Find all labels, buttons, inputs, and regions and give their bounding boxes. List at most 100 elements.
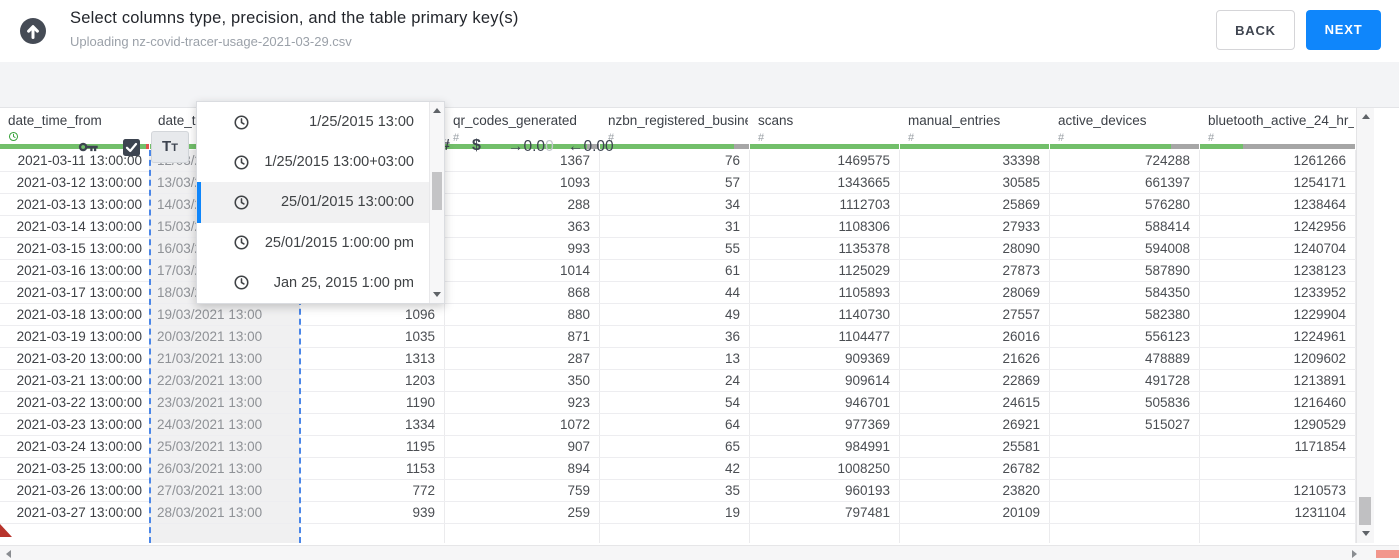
table-cell[interactable]: 1153 — [300, 458, 445, 479]
table-cell[interactable]: 894 — [445, 458, 600, 479]
table-cell[interactable]: 2021-03-16 13:00:00 — [0, 260, 150, 281]
date-format-option[interactable]: 25/01/2015 13:00:00 — [197, 182, 429, 223]
date-format-option[interactable]: 25/01/2015 1:00:00 pm — [197, 223, 429, 263]
table-cell[interactable]: 2021-03-27 13:00:00 — [0, 502, 150, 523]
table-cell[interactable]: 1014 — [445, 260, 600, 281]
table-cell[interactable]: 25869 — [900, 194, 1050, 215]
table-cell[interactable]: 28069 — [900, 282, 1050, 303]
table-cell[interactable]: 1125029 — [750, 260, 900, 281]
table-cell[interactable]: 505836 — [1050, 392, 1200, 413]
table-cell[interactable]: 20109 — [900, 502, 1050, 523]
horizontal-scroll-thumb[interactable] — [1376, 550, 1399, 558]
table-cell[interactable] — [1050, 458, 1200, 479]
table-cell[interactable]: 21626 — [900, 348, 1050, 369]
table-cell[interactable]: 1261266 — [1200, 150, 1356, 171]
table-cell[interactable]: 1104477 — [750, 326, 900, 347]
column-header[interactable]: scans # — [750, 107, 900, 144]
table-cell[interactable]: 23820 — [900, 480, 1050, 501]
table-cell[interactable]: 27933 — [900, 216, 1050, 237]
table-cell[interactable]: 36 — [600, 326, 750, 347]
back-button[interactable]: BACK — [1216, 10, 1295, 50]
table-cell[interactable]: 64 — [600, 414, 750, 435]
table-cell[interactable] — [150, 524, 300, 543]
table-cell[interactable]: 33398 — [900, 150, 1050, 171]
table-cell[interactable] — [750, 524, 900, 543]
table-cell[interactable]: 993 — [445, 238, 600, 259]
table-cell[interactable]: 491728 — [1050, 370, 1200, 391]
table-cell[interactable] — [1200, 458, 1356, 479]
table-cell[interactable]: 1203 — [300, 370, 445, 391]
table-cell[interactable] — [1050, 480, 1200, 501]
table-cell[interactable] — [1050, 524, 1200, 543]
table-cell[interactable]: 61 — [600, 260, 750, 281]
scroll-up-arrow-icon[interactable] — [433, 108, 441, 113]
dropdown-scrollbar[interactable] — [429, 102, 444, 303]
column-header[interactable]: active_devices # — [1050, 107, 1200, 144]
table-cell[interactable]: 1209602 — [1200, 348, 1356, 369]
vertical-scrollbar[interactable] — [1356, 107, 1374, 543]
table-cell[interactable]: 907 — [445, 436, 600, 457]
table-cell[interactable]: 1140730 — [750, 304, 900, 325]
table-cell[interactable]: 772 — [300, 480, 445, 501]
table-cell[interactable]: 19/03/2021 13:00 — [150, 304, 300, 325]
table-cell[interactable]: 1238464 — [1200, 194, 1356, 215]
table-cell[interactable]: 1008250 — [750, 458, 900, 479]
table-cell[interactable]: 909614 — [750, 370, 900, 391]
table-cell[interactable]: 582380 — [1050, 304, 1200, 325]
table-cell[interactable]: 44 — [600, 282, 750, 303]
table-cell[interactable]: 49 — [600, 304, 750, 325]
table-cell[interactable]: 1334 — [300, 414, 445, 435]
table-cell[interactable]: 1210573 — [1200, 480, 1356, 501]
date-format-option[interactable]: Jan 25, 2015 1:00 pm — [197, 263, 429, 303]
table-cell[interactable]: 871 — [445, 326, 600, 347]
table-cell[interactable]: 23/03/2021 13:00 — [150, 392, 300, 413]
table-cell[interactable]: 880 — [445, 304, 600, 325]
table-cell[interactable]: 1112703 — [750, 194, 900, 215]
table-cell[interactable]: 1035 — [300, 326, 445, 347]
table-cell[interactable]: 27/03/2021 13:00 — [150, 480, 300, 501]
table-cell[interactable]: 2021-03-12 13:00:00 — [0, 172, 150, 193]
table-cell[interactable]: 923 — [445, 392, 600, 413]
table-cell[interactable]: 1242956 — [1200, 216, 1356, 237]
table-cell[interactable]: 2021-03-17 13:00:00 — [0, 282, 150, 303]
table-cell[interactable]: 2021-03-19 13:00:00 — [0, 326, 150, 347]
table-cell[interactable]: 594008 — [1050, 238, 1200, 259]
table-cell[interactable]: 27873 — [900, 260, 1050, 281]
table-cell[interactable] — [1050, 436, 1200, 457]
table-cell[interactable]: 22869 — [900, 370, 1050, 391]
table-cell[interactable] — [1200, 524, 1356, 543]
increase-precision-button[interactable]: →0.00 — [508, 138, 554, 156]
scroll-left-arrow-icon[interactable] — [6, 550, 11, 558]
table-cell[interactable]: 55 — [600, 238, 750, 259]
table-cell[interactable]: 287 — [445, 348, 600, 369]
column-header[interactable]: bluetooth_active_24_hr_ # — [1200, 107, 1356, 144]
table-cell[interactable]: 1108306 — [750, 216, 900, 237]
table-cell[interactable]: 24 — [600, 370, 750, 391]
table-cell[interactable]: 54 — [600, 392, 750, 413]
table-cell[interactable]: 2021-03-13 13:00:00 — [0, 194, 150, 215]
table-cell[interactable]: 868 — [445, 282, 600, 303]
scroll-down-arrow-icon[interactable] — [1362, 531, 1370, 536]
table-cell[interactable]: 1313 — [300, 348, 445, 369]
vertical-scroll-thumb[interactable] — [1359, 497, 1371, 525]
table-cell[interactable]: 42 — [600, 458, 750, 479]
table-cell[interactable]: 25581 — [900, 436, 1050, 457]
table-cell[interactable]: 363 — [445, 216, 600, 237]
primary-key-icon[interactable] — [78, 139, 100, 160]
table-cell[interactable]: 1213891 — [1200, 370, 1356, 391]
table-cell[interactable]: 57 — [600, 172, 750, 193]
table-cell[interactable]: 2021-03-23 13:00:00 — [0, 414, 150, 435]
table-cell[interactable]: 1190 — [300, 392, 445, 413]
date-format-option[interactable]: 1/25/2015 13:00 — [197, 102, 429, 142]
date-format-option[interactable]: 1/25/2015 13:00+03:00 — [197, 142, 429, 182]
table-cell[interactable]: 2021-03-20 13:00:00 — [0, 348, 150, 369]
table-cell[interactable]: 13 — [600, 348, 750, 369]
table-cell[interactable]: 1135378 — [750, 238, 900, 259]
table-cell[interactable]: 1290529 — [1200, 414, 1356, 435]
table-cell[interactable]: 977369 — [750, 414, 900, 435]
column-header[interactable]: nzbn_registered_busine # — [600, 107, 750, 144]
table-cell[interactable]: 2021-03-18 13:00:00 — [0, 304, 150, 325]
table-cell[interactable]: 1469575 — [750, 150, 900, 171]
table-cell[interactable]: 960193 — [750, 480, 900, 501]
dropdown-scroll-thumb[interactable] — [432, 172, 442, 210]
